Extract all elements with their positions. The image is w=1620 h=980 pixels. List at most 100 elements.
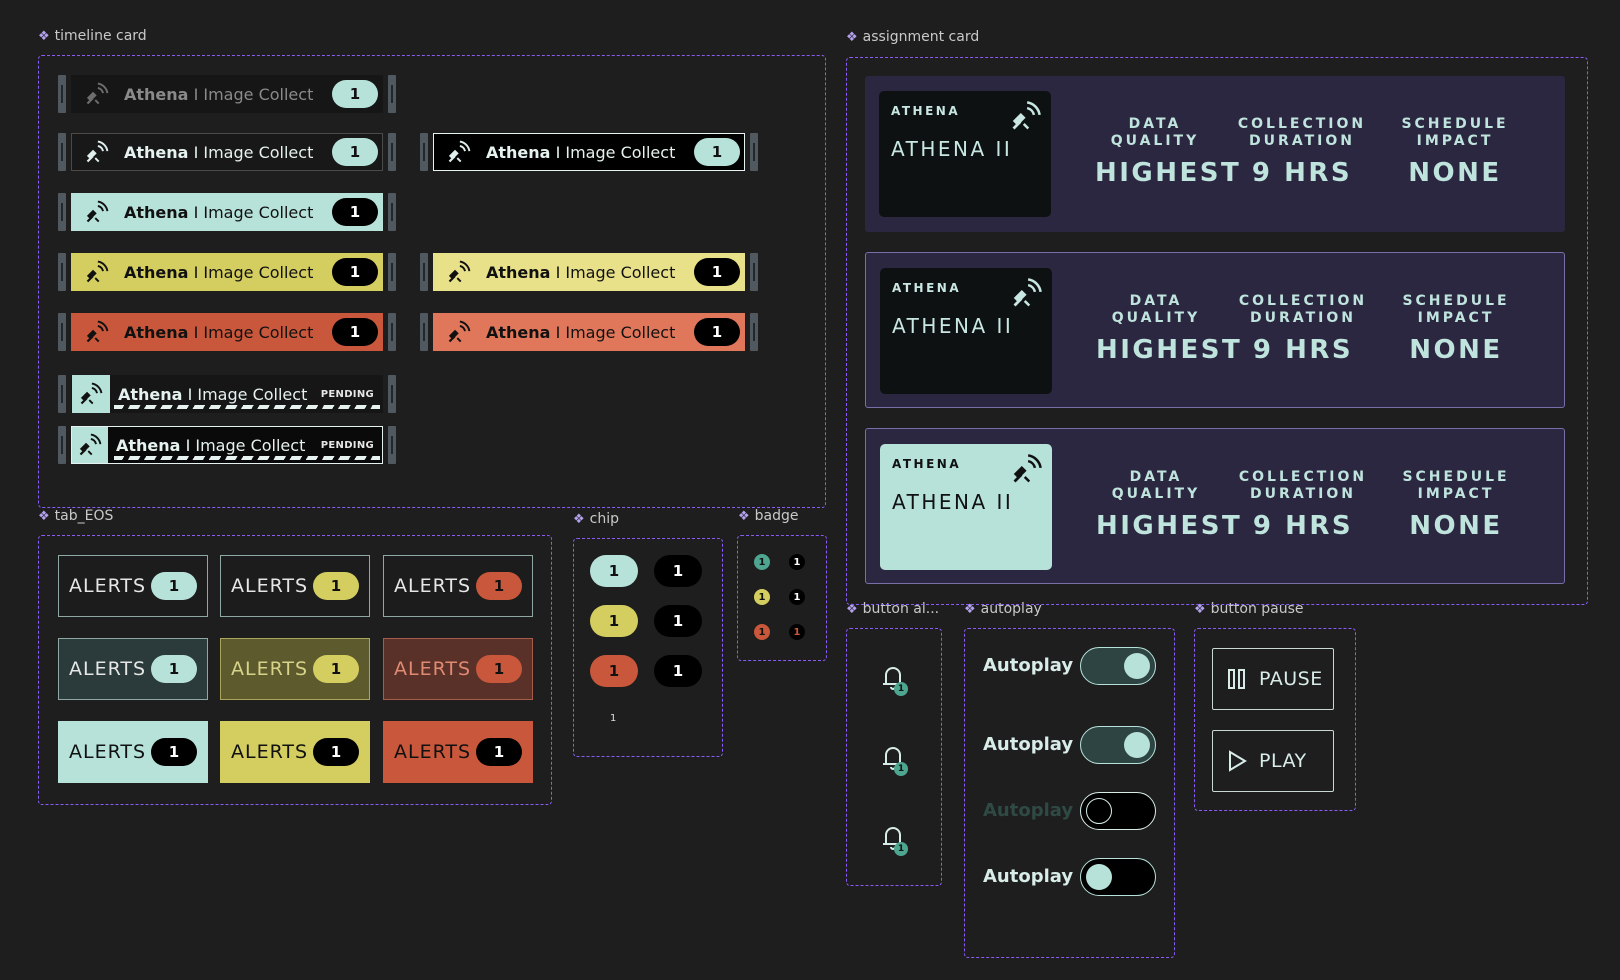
assignment-card-selected[interactable]: ATHENA ATHENA II DATA QUALITY HIGHEST COL… (865, 428, 1565, 584)
timeline-label: Athena I Image Collect (486, 322, 676, 342)
play-button[interactable]: PLAY (1212, 730, 1334, 792)
tile-name: ATHENA II (892, 490, 1014, 514)
drag-handle-right[interactable] (388, 375, 396, 413)
timeline-bar[interactable]: Athena I Image Collect 1 (433, 133, 745, 171)
autoplay-toggle-on-hover[interactable] (1080, 726, 1156, 764)
count-chip: 1 (694, 138, 740, 166)
component-icon: ❖ (738, 508, 750, 524)
alert-button[interactable]: 1 (878, 662, 908, 696)
timeline-bar[interactable]: Athena I Image Collect 1 (71, 313, 383, 351)
chip-black: 1 (654, 605, 702, 637)
timeline-item-orange-light[interactable]: Athena I Image Collect 1 (420, 313, 758, 351)
tab-alerts[interactable]: ALERTS 1 (383, 638, 533, 700)
autoplay-toggle-off[interactable] (1080, 858, 1156, 896)
drag-handle-left[interactable] (58, 375, 66, 413)
component-icon: ❖ (38, 508, 50, 524)
satellite-icon (72, 427, 108, 463)
assignment-card-hover[interactable]: ATHENA ATHENA II DATA QUALITY HIGHEST COL… (865, 252, 1565, 408)
timeline-bar[interactable]: Athena I Image Collect 1 (433, 253, 745, 291)
tab-alerts[interactable]: ALERTS 1 (58, 555, 208, 617)
satellite-icon (82, 79, 112, 109)
satellite-icon (82, 137, 112, 167)
autoplay-label: Autoplay (983, 655, 1074, 676)
stat-data-quality: DATA QUALITY HIGHEST (1096, 469, 1243, 541)
timeline-bar[interactable]: Athena I Image Collect 1 (71, 133, 383, 171)
timeline-item-disabled[interactable]: Athena I Image Collect 1 (58, 75, 396, 113)
autoplay-toggle-on[interactable] (1080, 647, 1156, 685)
frame-label-timeline: ❖ timeline card (38, 28, 147, 44)
chip-black: 1 (654, 555, 702, 587)
count-chip: 1 (476, 572, 522, 600)
alert-button[interactable]: 1 (878, 822, 908, 856)
count-chip: 1 (332, 138, 378, 166)
chip-black: 1 (654, 655, 702, 687)
drag-handle-right[interactable] (388, 193, 396, 231)
tab-alerts[interactable]: ALERTS 1 (220, 638, 370, 700)
badge-black: 1 (789, 589, 805, 605)
autoplay-toggle-disabled[interactable] (1080, 792, 1156, 830)
drag-handle-left[interactable] (58, 75, 66, 113)
timeline-bar[interactable]: Athena I Image Collect 1 (71, 253, 383, 291)
drag-handle-right[interactable] (388, 426, 396, 464)
timeline-bar[interactable]: Athena I Image Collect PENDING (71, 426, 383, 464)
stat-schedule-impact: SCHEDULE IMPACT NONE (1402, 469, 1510, 541)
tile-subtitle: ATHENA (891, 104, 961, 118)
timeline-bar[interactable]: Athena I Image Collect 1 (71, 193, 383, 231)
drag-handle-right[interactable] (388, 133, 396, 171)
drag-handle-right[interactable] (750, 313, 758, 351)
drag-handle-left[interactable] (58, 426, 66, 464)
tab-alerts[interactable]: ALERTS 1 (220, 555, 370, 617)
satellite-tile: ATHENA ATHENA II (880, 268, 1052, 394)
drag-handle-left[interactable] (58, 313, 66, 351)
drag-handle-left[interactable] (420, 313, 428, 351)
count-chip: 1 (151, 572, 197, 600)
timeline-item-pending[interactable]: Athena I Image Collect PENDING (58, 375, 396, 413)
count-chip: 1 (313, 572, 359, 600)
timeline-bar[interactable]: Athena I Image Collect 1 (433, 313, 745, 351)
drag-handle-right[interactable] (388, 75, 396, 113)
timeline-item-pending-selected[interactable]: Athena I Image Collect PENDING (58, 426, 396, 464)
drag-handle-left[interactable] (58, 253, 66, 291)
timeline-item-yellow[interactable]: Athena I Image Collect 1 (58, 253, 396, 291)
drag-handle-right[interactable] (750, 133, 758, 171)
frame-label-assignment: ❖ assignment card (846, 29, 980, 45)
timeline-label: Athena I Image Collect (124, 142, 314, 162)
timeline-bar[interactable]: Athena I Image Collect 1 (71, 75, 383, 113)
drag-handle-left[interactable] (420, 253, 428, 291)
tab-alerts[interactable]: ALERTS 1 (220, 721, 370, 783)
count-chip: 1 (332, 258, 378, 286)
drag-handle-right[interactable] (750, 253, 758, 291)
tile-subtitle: ATHENA (892, 281, 962, 295)
count-chip: 1 (151, 738, 197, 766)
play-icon (1229, 750, 1247, 772)
pause-button[interactable]: PAUSE (1212, 648, 1334, 710)
drag-handle-right[interactable] (388, 313, 396, 351)
timeline-label: Athena I Image Collect (124, 322, 314, 342)
satellite-icon (72, 375, 110, 413)
assignment-card[interactable]: ATHENA ATHENA II DATA QUALITY HIGHEST COL… (865, 76, 1565, 232)
alert-button[interactable]: 1 (878, 742, 908, 776)
badge-yellow: 1 (754, 589, 770, 605)
timeline-item-orange[interactable]: Athena I Image Collect 1 (58, 313, 396, 351)
timeline-item-yellow-light[interactable]: Athena I Image Collect 1 (420, 253, 758, 291)
tab-alerts[interactable]: ALERTS 1 (58, 638, 208, 700)
drag-handle-left[interactable] (420, 133, 428, 171)
tab-alerts[interactable]: ALERTS 1 (383, 721, 533, 783)
count-badge: 1 (894, 762, 908, 776)
count-chip: 1 (151, 655, 197, 683)
tab-alerts[interactable]: ALERTS 1 (58, 721, 208, 783)
badge-orange: 1 (754, 624, 770, 640)
count-chip: 1 (694, 318, 740, 346)
component-icon: ❖ (38, 28, 50, 44)
timeline-item-mint[interactable]: Athena I Image Collect 1 (58, 193, 396, 231)
drag-handle-left[interactable] (58, 133, 66, 171)
drag-handle-right[interactable] (388, 253, 396, 291)
timeline-item-default[interactable]: Athena I Image Collect 1 (58, 133, 396, 171)
tab-alerts[interactable]: ALERTS 1 (383, 555, 533, 617)
chip-tiny: 1 (610, 713, 617, 724)
satellite-icon (1010, 276, 1044, 310)
count-chip: 1 (332, 318, 378, 346)
drag-handle-left[interactable] (58, 193, 66, 231)
timeline-bar[interactable]: Athena I Image Collect PENDING (71, 375, 383, 413)
timeline-item-selected[interactable]: Athena I Image Collect 1 (420, 133, 758, 171)
